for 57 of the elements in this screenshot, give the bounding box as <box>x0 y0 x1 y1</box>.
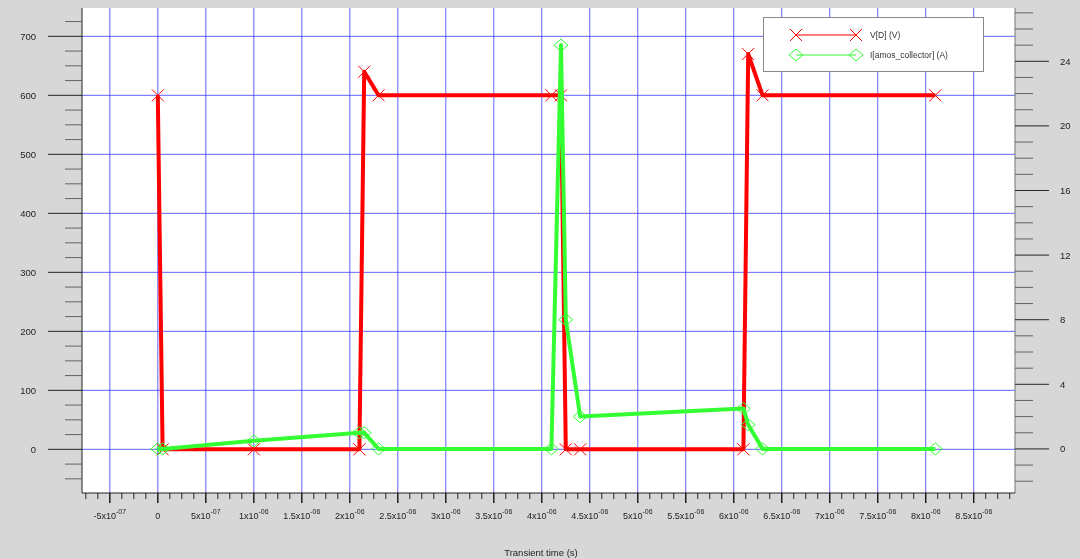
point <box>247 442 261 456</box>
point <box>573 442 587 456</box>
axis-tick-label: 5x10$^{-06}$ <box>622 507 653 523</box>
axis-tick-label: 5x10$^{-07}$ <box>191 507 221 523</box>
axis-tick-label: 24 <box>1060 55 1071 67</box>
axis-tick-label: 6.5x10$^{-06}$ <box>763 507 801 523</box>
axis-tick-label: 4 <box>1060 378 1066 390</box>
point <box>928 88 942 102</box>
point <box>357 65 371 79</box>
point <box>372 88 386 102</box>
axis-tick-label: 1x10$^{-06}$ <box>239 507 269 523</box>
axis-tick-label: 8 <box>1060 314 1066 326</box>
axis-tick-label: 0 <box>155 510 161 523</box>
point <box>559 442 573 456</box>
point <box>756 88 770 102</box>
axis-tick-label: 8.5x10$^{-06}$ <box>955 507 993 523</box>
axis-tick-label: 0 <box>30 443 36 455</box>
axis-tick-label: 300 <box>20 266 36 278</box>
axis-tick-label: 0 <box>1060 443 1066 455</box>
axis-title: Transient time (s) <box>504 547 578 558</box>
axis-tick-label: 400 <box>20 207 36 219</box>
axis-tick-label: 12 <box>1060 249 1071 261</box>
axis-tick-label: 8x10$^{-06}$ <box>910 507 941 523</box>
axis-tick-label: 6x10$^{-06}$ <box>718 507 749 523</box>
point <box>572 410 588 424</box>
point <box>558 313 574 327</box>
axis-tick-label: 7.5x10$^{-06}$ <box>859 507 897 523</box>
legend-label: V[D] (V) <box>870 29 901 40</box>
point <box>352 442 366 456</box>
point <box>246 434 262 448</box>
axis-tick-label: 7x10$^{-06}$ <box>814 507 845 523</box>
axis-tick-label: 3.5x10$^{-06}$ <box>475 507 513 523</box>
axis-tick-label: 200 <box>20 325 36 337</box>
axis-tick-label: 5.5x10$^{-06}$ <box>667 507 705 523</box>
point <box>150 442 166 456</box>
axis-tick-label: 2x10$^{-06}$ <box>334 507 365 523</box>
axis-tick-label: 600 <box>20 89 36 101</box>
point <box>544 88 558 102</box>
point <box>741 47 755 61</box>
axis-tick-label: -5x10$^{-07}$ <box>93 507 127 523</box>
axis-tick-label: 4.5x10$^{-06}$ <box>571 507 609 523</box>
axis-tick-label: 2.5x10$^{-06}$ <box>379 507 417 523</box>
point <box>351 426 367 440</box>
point <box>151 88 165 102</box>
axis-tick-label: 700 <box>20 30 36 42</box>
point <box>553 38 569 52</box>
axis-tick-label: 16 <box>1060 185 1071 196</box>
axis-tick-label: 3x10$^{-06}$ <box>430 507 461 523</box>
point <box>740 418 756 432</box>
axis-tick-label: 4x10$^{-06}$ <box>526 507 557 523</box>
axis-tick-label: 100 <box>20 384 36 396</box>
axis-tick-label: 20 <box>1060 120 1071 132</box>
axis-tick-label: 1.5x10$^{-06}$ <box>283 507 321 523</box>
axis-tick-label: 500 <box>20 148 36 160</box>
legend-label: I[amos_collector] (A) <box>870 49 948 60</box>
point <box>356 426 372 440</box>
point <box>736 442 750 456</box>
